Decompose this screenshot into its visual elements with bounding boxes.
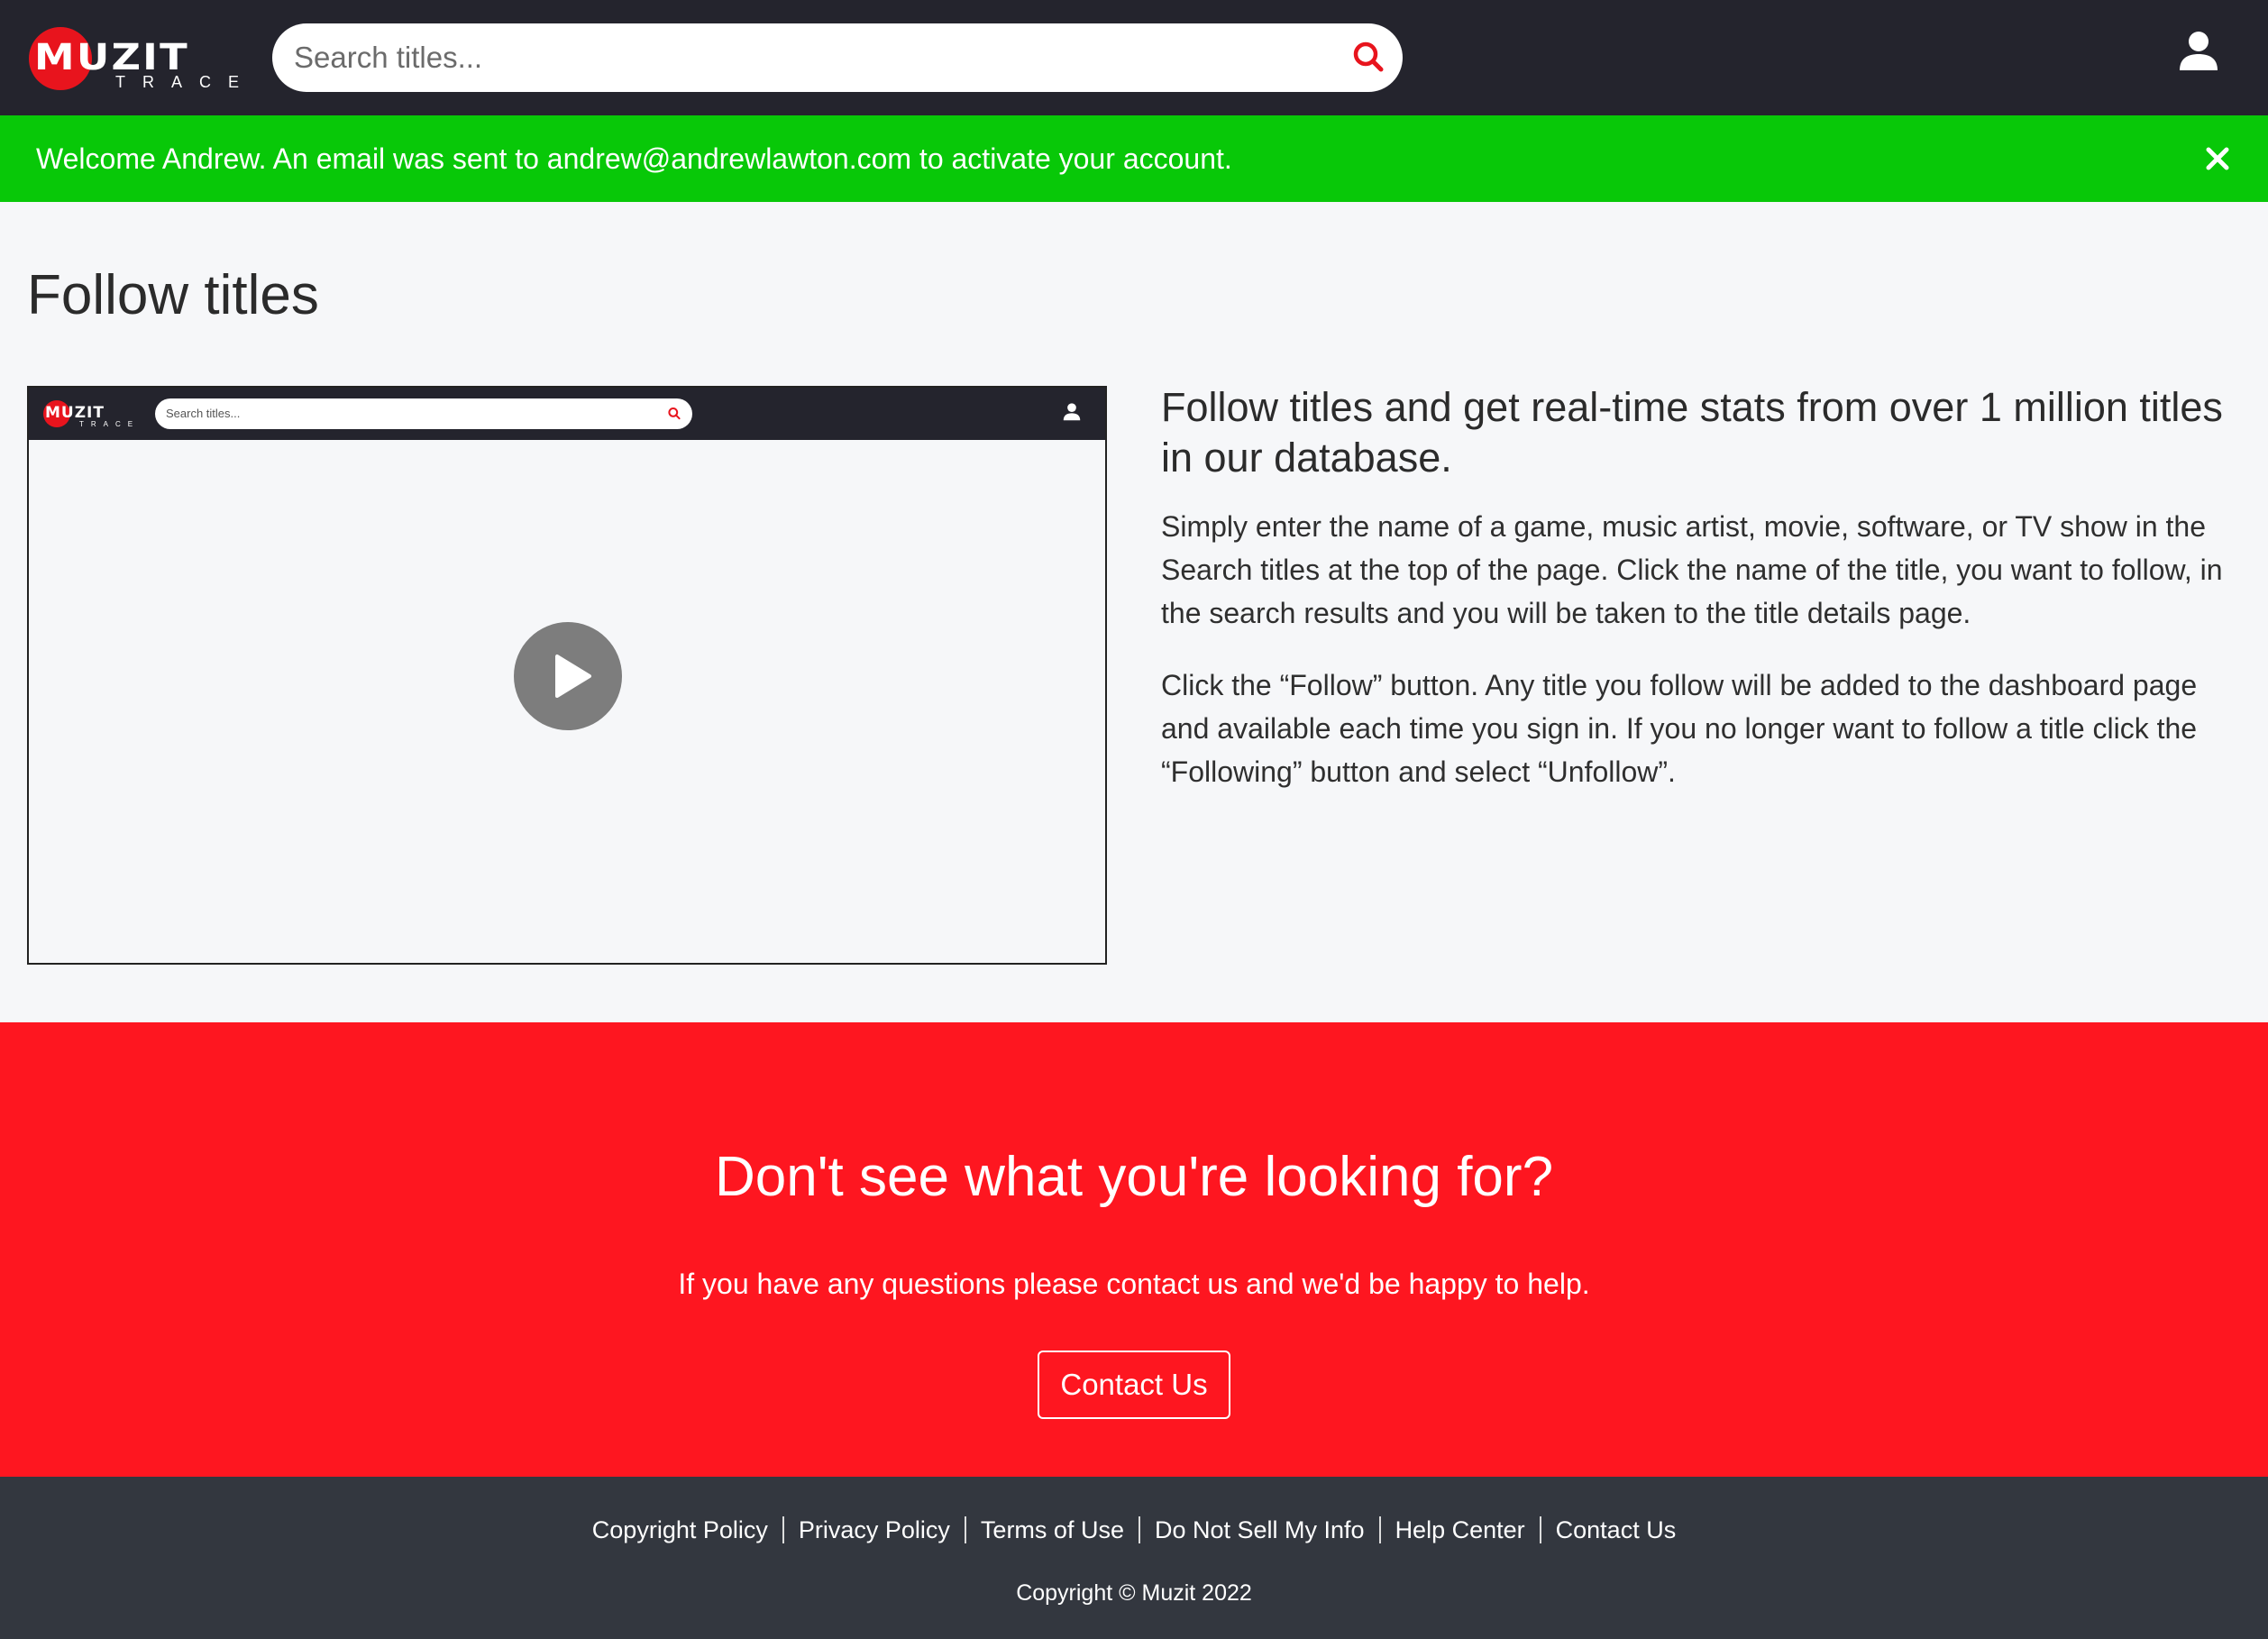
alert-message: Welcome Andrew. An email was sent to and… xyxy=(36,142,1232,175)
search-bar xyxy=(272,23,1403,92)
section-heading: Follow titles and get real-time stats fr… xyxy=(1161,384,2223,481)
footer-link-do-not-sell[interactable]: Do Not Sell My Info xyxy=(1138,1516,1379,1543)
copyright-text: Copyright © Muzit 2022 xyxy=(1016,1580,1252,1606)
page-title: Follow titles xyxy=(27,264,319,326)
footer-link-contact-us[interactable]: Contact Us xyxy=(1539,1516,1691,1543)
user-icon[interactable] xyxy=(2176,29,2221,74)
mini-logo-text: MUZIT xyxy=(45,404,105,422)
description-paragraph: Click the “Follow” button. Any title you… xyxy=(1161,669,2198,788)
contact-cta-section: Don't see what you're looking for? If yo… xyxy=(0,1022,2268,1477)
mini-search-placeholder: Search titles... xyxy=(166,407,241,420)
follow-description: Follow titles and get real-time stats fr… xyxy=(1161,382,2243,793)
video-preview-navbar: MUZIT TRACE Search titles... xyxy=(29,388,1105,440)
mini-search-bar: Search titles... xyxy=(155,398,692,429)
footer-link-copyright-policy[interactable]: Copyright Policy xyxy=(578,1516,782,1543)
footer-links: Copyright Policy Privacy Policy Terms of U… xyxy=(0,1515,2268,1545)
welcome-alert: Welcome Andrew. An email was sent to and… xyxy=(0,115,2268,202)
footer: Copyright Policy Privacy Policy Terms of U… xyxy=(0,1477,2268,1639)
play-button[interactable] xyxy=(514,622,622,730)
search-icon[interactable] xyxy=(1350,40,1386,76)
mini-search-icon xyxy=(668,407,681,420)
contact-us-button[interactable]: Contact Us xyxy=(1038,1351,1230,1419)
play-icon xyxy=(555,655,591,698)
mini-logo-subtext: TRACE xyxy=(79,420,141,428)
mini-logo: MUZIT TRACE xyxy=(43,398,133,429)
footer-link-terms-of-use[interactable]: Terms of Use xyxy=(964,1516,1139,1543)
logo-text: MUZIT xyxy=(34,37,189,78)
footer-link-privacy-policy[interactable]: Privacy Policy xyxy=(782,1516,965,1543)
cta-text: If you have any questions please contact… xyxy=(678,1268,1590,1300)
video-player[interactable]: MUZIT TRACE Search titles... xyxy=(27,386,1107,965)
footer-link-help-center[interactable]: Help Center xyxy=(1378,1516,1540,1543)
search-input[interactable] xyxy=(294,23,1321,92)
cta-title: Don't see what you're looking for? xyxy=(714,1146,1554,1208)
logo-subtext: TRACE xyxy=(115,73,257,91)
mini-user-icon xyxy=(1063,403,1081,421)
top-navbar: MUZIT TRACE xyxy=(0,0,2268,115)
close-icon[interactable] xyxy=(2201,142,2234,175)
muzit-trace-logo[interactable]: MUZIT TRACE xyxy=(29,23,239,92)
description-paragraph: Simply enter the name of a game, music a… xyxy=(1161,510,2223,629)
